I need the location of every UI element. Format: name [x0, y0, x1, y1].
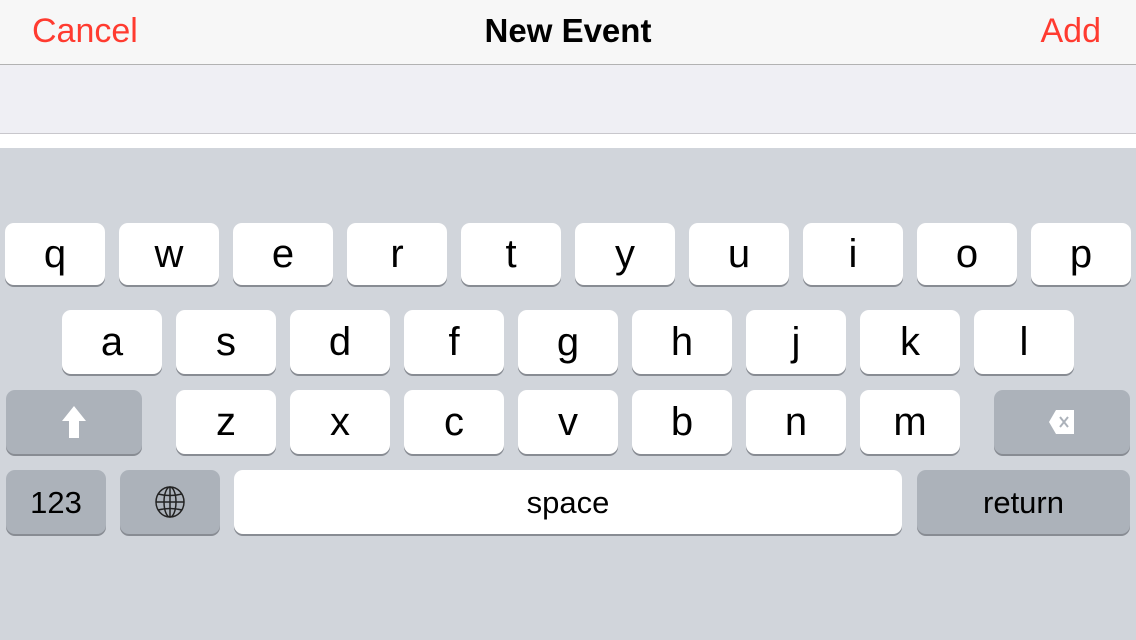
key-label: return [983, 484, 1064, 520]
key-q[interactable]: q [5, 223, 105, 285]
key-label: b [670, 400, 694, 444]
cancel-button[interactable]: Cancel [32, 12, 138, 51]
key-c[interactable]: c [404, 390, 504, 454]
add-button[interactable]: Add [1041, 12, 1102, 51]
delete-key[interactable] [994, 390, 1130, 454]
key-label: k [900, 320, 920, 364]
key-label: n [784, 400, 808, 444]
key-h[interactable]: h [632, 310, 732, 374]
space-key[interactable]: space [234, 470, 902, 534]
key-l[interactable]: l [974, 310, 1074, 374]
key-k[interactable]: k [860, 310, 960, 374]
key-j[interactable]: j [746, 310, 846, 374]
key-label: y [615, 232, 635, 276]
key-label: w [154, 232, 184, 276]
key-label: d [328, 320, 352, 364]
key-label: z [216, 400, 236, 444]
key-label: v [558, 400, 578, 444]
keyboard: q w e r t y u i o p a s d f g h j k l z … [0, 148, 1136, 640]
form-divider [0, 134, 1136, 148]
key-v[interactable]: v [518, 390, 618, 454]
key-b[interactable]: b [632, 390, 732, 454]
key-label: space [526, 484, 610, 520]
backspace-icon [1047, 407, 1077, 437]
navigation-bar: Cancel New Event Add [0, 0, 1136, 65]
key-label: a [100, 320, 124, 364]
key-label: i [848, 232, 858, 276]
key-label: m [893, 400, 927, 444]
key-g[interactable]: g [518, 310, 618, 374]
key-n[interactable]: n [746, 390, 846, 454]
globe-icon [154, 485, 186, 519]
key-label: t [505, 232, 517, 276]
key-label: r [390, 232, 404, 276]
key-t[interactable]: t [461, 223, 561, 285]
key-m[interactable]: m [860, 390, 960, 454]
key-s[interactable]: s [176, 310, 276, 374]
key-label: f [448, 320, 460, 364]
key-label: e [271, 232, 295, 276]
event-form-area [0, 65, 1136, 134]
shift-key[interactable] [6, 390, 142, 454]
key-label: 123 [30, 484, 82, 520]
key-a[interactable]: a [62, 310, 162, 374]
page-title: New Event [484, 12, 652, 49]
key-label: h [670, 320, 694, 364]
key-label: o [955, 232, 979, 276]
key-o[interactable]: o [917, 223, 1017, 285]
key-w[interactable]: w [119, 223, 219, 285]
key-d[interactable]: d [290, 310, 390, 374]
key-label: x [330, 400, 350, 444]
key-e[interactable]: e [233, 223, 333, 285]
key-label: p [1069, 232, 1093, 276]
globe-key[interactable] [120, 470, 220, 534]
key-i[interactable]: i [803, 223, 903, 285]
key-z[interactable]: z [176, 390, 276, 454]
key-label: l [1019, 320, 1029, 364]
key-y[interactable]: y [575, 223, 675, 285]
key-f[interactable]: f [404, 310, 504, 374]
return-key[interactable]: return [917, 470, 1130, 534]
key-label: g [556, 320, 580, 364]
numbers-key[interactable]: 123 [6, 470, 106, 534]
key-u[interactable]: u [689, 223, 789, 285]
key-x[interactable]: x [290, 390, 390, 454]
shift-arrow-icon [61, 404, 87, 440]
key-label: u [727, 232, 751, 276]
key-r[interactable]: r [347, 223, 447, 285]
key-label: s [216, 320, 236, 364]
key-p[interactable]: p [1031, 223, 1131, 285]
key-label: c [444, 400, 464, 444]
key-label: j [791, 320, 801, 364]
key-label: q [43, 232, 67, 276]
